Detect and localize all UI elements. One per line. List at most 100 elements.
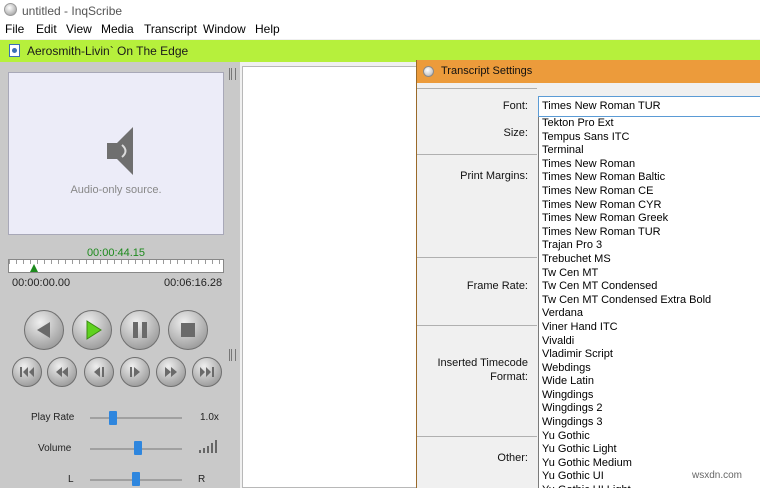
dialog-title: Transcript Settings	[441, 65, 533, 77]
font-option[interactable]: Trajan Pro 3	[539, 239, 760, 253]
font-option[interactable]: Times New Roman CYR	[539, 199, 760, 213]
title-bar: untitled - InqScribe	[0, 0, 760, 20]
font-option[interactable]: Wide Latin	[539, 375, 760, 389]
balance-left-label: L	[68, 474, 74, 485]
volume-label: Volume	[38, 443, 72, 454]
balance-right-label: R	[198, 474, 206, 485]
font-option[interactable]: Wingdings	[539, 389, 760, 403]
start-time: 00:00:00.00	[12, 277, 71, 289]
menu-help[interactable]: Help	[255, 22, 280, 36]
fast-rewind-icon	[56, 367, 68, 377]
stop-icon	[181, 323, 195, 337]
section-divider	[417, 436, 537, 437]
end-time: 00:06:16.28	[164, 277, 223, 289]
font-option[interactable]: Times New Roman	[539, 158, 760, 172]
media-file-bar[interactable]: Aerosmith-Livin` On The Edge	[0, 40, 760, 62]
audio-only-label: Audio-only source.	[70, 184, 162, 196]
frame-rate-label: Frame Rate:	[466, 280, 528, 292]
pane-splitter-handle-lower[interactable]	[229, 349, 236, 361]
go-to-end-button[interactable]	[192, 357, 222, 387]
volume-slider-thumb[interactable]	[133, 441, 142, 455]
play-button[interactable]	[72, 310, 112, 350]
font-select[interactable]: Times New Roman TUR	[538, 96, 760, 117]
timeline-scrubber[interactable]	[8, 259, 224, 273]
playhead-marker[interactable]	[30, 264, 39, 272]
step-back-button[interactable]	[84, 357, 114, 387]
font-option[interactable]: Wingdings 2	[539, 402, 760, 416]
timecode-format-label: Format:	[490, 371, 528, 383]
pause-icon	[133, 322, 147, 338]
step-forward-button[interactable]	[120, 357, 150, 387]
app-icon	[4, 3, 17, 16]
play-rate-label: Play Rate	[31, 412, 75, 423]
font-option[interactable]: Tempus Sans ITC	[539, 131, 760, 145]
menu-file[interactable]: File	[5, 22, 24, 36]
font-option[interactable]: Times New Roman Baltic	[539, 171, 760, 185]
balance-slider-thumb[interactable]	[132, 472, 140, 486]
font-option[interactable]: Terminal	[539, 144, 760, 158]
font-option[interactable]: Tw Cen MT	[539, 267, 760, 281]
menu-transcript[interactable]: Transcript	[144, 22, 197, 36]
timeline-ticks	[9, 260, 223, 264]
font-dropdown-list[interactable]: Tekton Pro Ext Tempus Sans ITC Terminal Tim…	[538, 117, 760, 488]
media-file-icon	[9, 44, 20, 57]
media-preview: Audio-only source.	[8, 72, 224, 235]
font-option[interactable]: Times New Roman TUR	[539, 226, 760, 240]
player-pane: Audio-only source. 00:00:44.15 00:00:00.…	[0, 62, 240, 488]
font-option[interactable]: Tw Cen MT Condensed Extra Bold	[539, 294, 760, 308]
window-title: untitled - InqScribe	[22, 4, 123, 18]
font-option[interactable]: Tekton Pro Ext	[539, 117, 760, 131]
pane-splitter-handle[interactable]	[229, 68, 236, 80]
font-option[interactable]: Times New Roman Greek	[539, 212, 760, 226]
fast-rewind-button[interactable]	[47, 357, 77, 387]
font-option[interactable]: Wingdings 3	[539, 416, 760, 430]
play-rate-value: 1.0x	[200, 412, 219, 423]
font-option[interactable]: Viner Hand ITC	[539, 321, 760, 335]
pause-button[interactable]	[120, 310, 160, 350]
current-time: 00:00:44.15	[86, 247, 146, 259]
rewind-button[interactable]	[24, 310, 64, 350]
play-rate-slider-thumb[interactable]	[109, 411, 117, 425]
other-label: Other:	[497, 452, 528, 464]
step-back-icon	[94, 367, 104, 377]
menu-media[interactable]: Media	[101, 22, 134, 36]
font-option[interactable]: Yu Gothic Light	[539, 443, 760, 457]
font-option[interactable]: Yu Gothic Medium	[539, 457, 760, 471]
speaker-icon	[107, 127, 133, 175]
font-option[interactable]: Trebuchet MS	[539, 253, 760, 267]
font-option[interactable]: Yu Gothic	[539, 430, 760, 444]
font-label: Font:	[502, 100, 528, 112]
volume-level-icon	[199, 440, 219, 453]
skip-to-start-icon	[20, 367, 34, 377]
transcript-editor[interactable]	[242, 66, 418, 488]
dialog-title-bar[interactable]: Transcript Settings	[417, 60, 760, 83]
skip-to-end-icon	[200, 367, 214, 377]
print-margins-label: Print Margins:	[460, 170, 528, 182]
section-divider	[417, 257, 537, 258]
menu-view[interactable]: View	[66, 22, 92, 36]
transcript-settings-dialog: Transcript Settings Font: Size: Print Ma…	[416, 60, 760, 488]
play-icon	[86, 320, 102, 340]
inserted-timecode-label: Inserted Timecode	[437, 357, 529, 369]
font-option[interactable]: Webdings	[539, 362, 760, 376]
play-rate-track[interactable]	[90, 417, 182, 419]
menu-bar: File Edit View Media Transcript Window H…	[0, 20, 760, 39]
go-to-start-button[interactable]	[12, 357, 42, 387]
font-option[interactable]: Tw Cen MT Condensed	[539, 280, 760, 294]
media-file-name: Aerosmith-Livin` On The Edge	[27, 44, 189, 58]
font-option[interactable]: Times New Roman CE	[539, 185, 760, 199]
size-label: Size:	[503, 127, 528, 139]
fast-forward-button[interactable]	[156, 357, 186, 387]
font-option[interactable]: Vladimir Script	[539, 348, 760, 362]
font-option[interactable]: Yu Gothic UI Light	[539, 484, 760, 488]
menu-edit[interactable]: Edit	[36, 22, 57, 36]
font-option[interactable]: Verdana	[539, 307, 760, 321]
section-divider	[417, 325, 537, 326]
step-forward-icon	[130, 367, 140, 377]
font-select-value: Times New Roman TUR	[542, 100, 661, 112]
dialog-icon	[423, 66, 434, 77]
stop-button[interactable]	[168, 310, 208, 350]
font-option[interactable]: Vivaldi	[539, 335, 760, 349]
rewind-icon	[37, 322, 50, 338]
menu-window[interactable]: Window	[203, 22, 246, 36]
